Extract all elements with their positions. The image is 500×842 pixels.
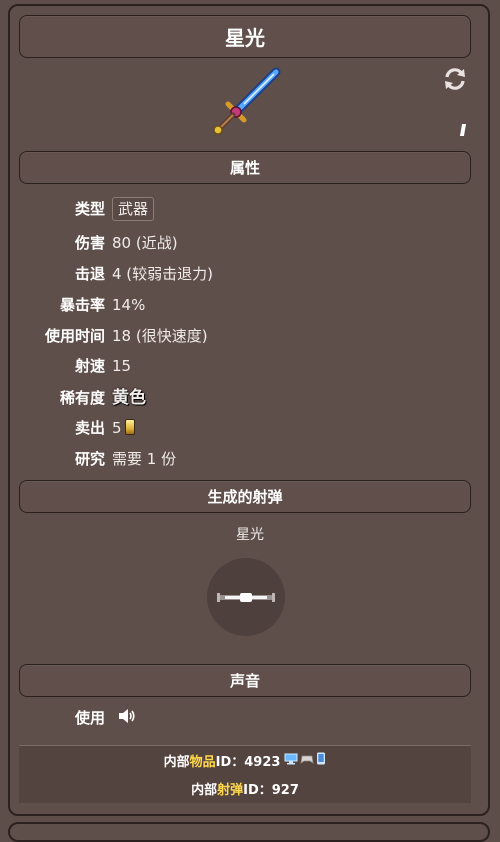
pc-icon — [284, 753, 298, 769]
attr-rarity-value: 黄色 — [112, 388, 146, 408]
gold-coin-icon — [124, 419, 135, 435]
speaker-icon[interactable] — [118, 706, 136, 732]
projectile-preview — [207, 558, 285, 636]
attr-crit: 暴击率 14% — [0, 292, 500, 318]
item-id-value: ID：4923 — [215, 755, 281, 770]
item-title-bar: 星光 — [19, 15, 471, 58]
attr-usetime: 使用时间 18 (很快速度) — [0, 323, 500, 349]
attr-velocity-value: 15 — [112, 357, 132, 375]
refresh-icon[interactable] — [440, 64, 470, 94]
attr-damage-value: 80 (近战) — [112, 234, 178, 252]
mobile-icon — [316, 752, 326, 769]
attr-usetime-label: 使用时间 — [44, 327, 105, 345]
proj-id-value: ID：927 — [243, 783, 299, 798]
section-sound: 声音 — [19, 664, 471, 697]
attr-rarity-label: 稀有度 — [59, 389, 105, 407]
section-attributes-title: 属性 — [229, 159, 260, 177]
attr-research-value: 需要 1 份 — [112, 450, 177, 468]
attr-research-label: 研究 — [74, 450, 105, 468]
attr-velocity-label: 射速 — [74, 357, 105, 375]
next-panel-edge — [8, 822, 490, 842]
item-title: 星光 — [225, 26, 265, 50]
attr-knockback-value: 4 (较弱击退力) — [112, 265, 214, 283]
attr-type-tag[interactable]: 武器 — [112, 197, 155, 221]
console-icon — [300, 753, 314, 769]
section-projectile: 生成的射弹 — [19, 480, 471, 513]
attr-type-label: 类型 — [74, 200, 105, 218]
attr-velocity: 射速 15 — [0, 353, 500, 379]
attr-sell: 卖出 5 — [0, 415, 500, 441]
internal-item-id: 内部 物品 ID：4923 — [19, 745, 471, 776]
attr-rarity: 稀有度 黄色 — [0, 385, 500, 411]
attr-crit-value: 14% — [112, 296, 146, 314]
section-sound-title: 声音 — [229, 672, 260, 690]
proj-id-link[interactable]: 射弹 — [217, 779, 243, 798]
proj-id-prefix: 内部 — [191, 783, 218, 798]
sound-use-label: 使用 — [74, 709, 105, 727]
attr-damage: 伤害 80 (近战) — [0, 230, 500, 256]
attr-crit-label: 暴击率 — [59, 296, 105, 314]
attr-knockback: 击退 4 (较弱击退力) — [0, 261, 500, 287]
attr-sell-value: 5 — [112, 419, 122, 437]
attr-usetime-value: 18 (很快速度) — [112, 327, 208, 345]
internal-projectile-id: 内部 射弹 ID：927 — [19, 774, 471, 803]
item-id-prefix: 内部 — [163, 755, 190, 770]
attr-type: 类型 武器 — [0, 196, 500, 222]
section-attributes: 属性 — [19, 151, 471, 184]
attr-sell-label: 卖出 — [74, 419, 105, 437]
item-id-link[interactable]: 物品 — [190, 751, 216, 770]
projectile-name: 星光 — [236, 527, 264, 543]
section-projectile-title: 生成的射弹 — [207, 488, 283, 506]
attr-damage-label: 伤害 — [74, 234, 105, 252]
attr-knockback-label: 击退 — [74, 265, 105, 283]
attr-research: 研究 需要 1 份 — [0, 446, 500, 472]
starlight-sword-icon — [210, 66, 282, 138]
sound-use-row: 使用 — [0, 705, 500, 731]
